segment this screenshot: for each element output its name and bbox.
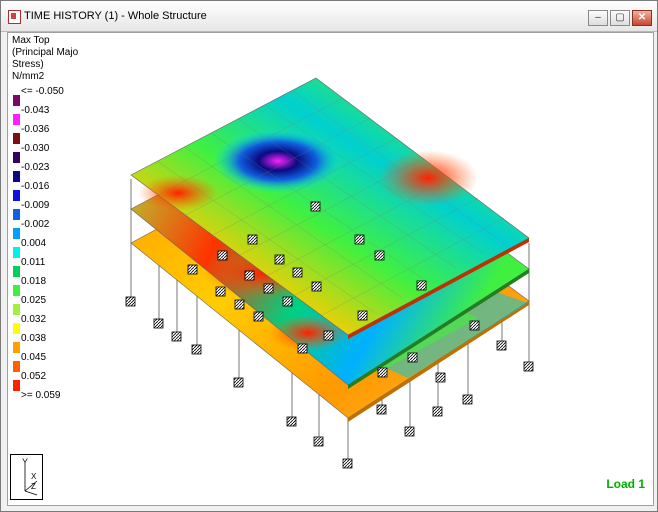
title-bar[interactable]: TIME HISTORY (1) - Whole Structure – ▢ ✕ xyxy=(1,1,657,32)
structure-3d-view[interactable] xyxy=(8,33,653,505)
axis-z-label: Z xyxy=(31,482,36,491)
axis-y-label: Y xyxy=(22,457,28,467)
stress-redzone-level-3b xyxy=(138,175,218,211)
minimize-button[interactable]: – xyxy=(588,10,608,26)
axis-triad-graphic: Y X Z xyxy=(22,457,38,496)
app-icon[interactable] xyxy=(8,10,21,24)
result-window: TIME HISTORY (1) - Whole Structure – ▢ ✕… xyxy=(0,0,658,512)
model-viewport[interactable]: Max Top (Principal Majo Stress) N/mm2 <=… xyxy=(7,32,654,506)
axis-triad: Y X Z xyxy=(10,454,43,500)
maximize-button[interactable]: ▢ xyxy=(610,10,630,26)
stress-redzone-level-3 xyxy=(378,150,478,206)
window-title: TIME HISTORY (1) - Whole Structure xyxy=(24,10,207,22)
axis-x-label: X xyxy=(31,472,37,481)
close-button[interactable]: ✕ xyxy=(632,10,652,26)
load-case-label: Load 1 xyxy=(606,477,645,491)
stress-hotspot-level-3 xyxy=(213,129,343,193)
